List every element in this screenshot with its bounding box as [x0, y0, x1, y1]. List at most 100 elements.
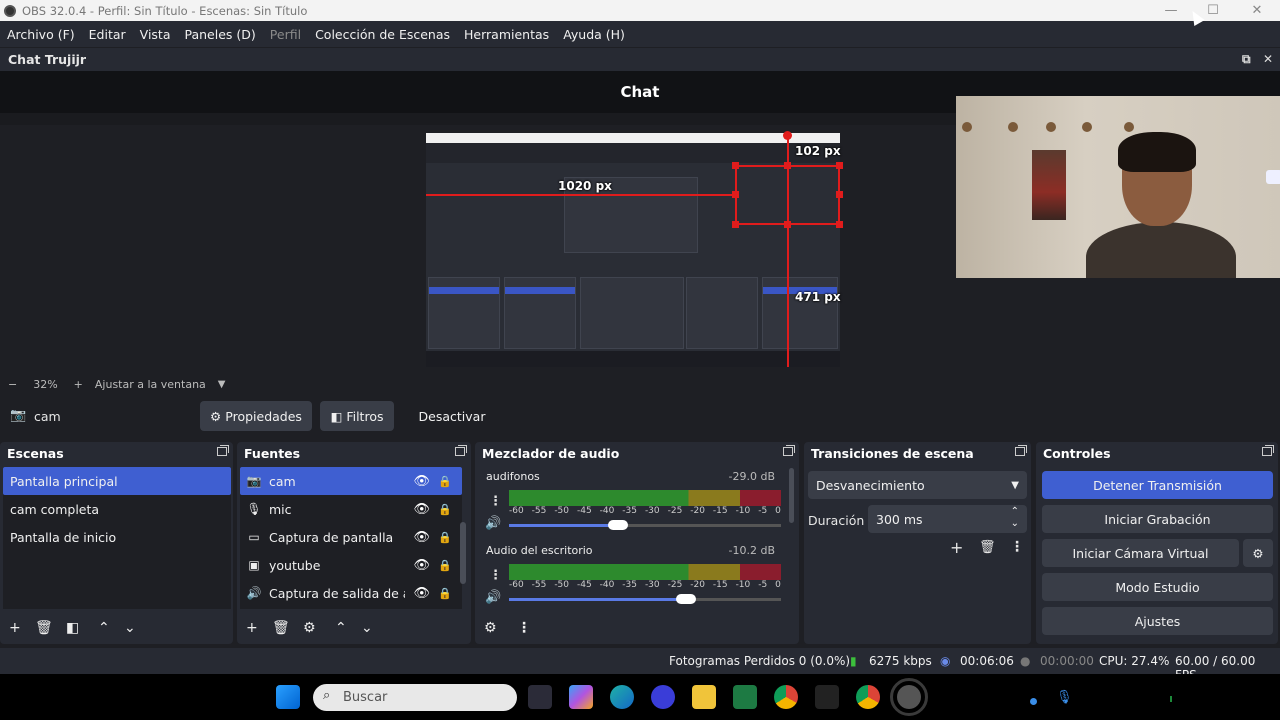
windows-start-icon[interactable] [276, 685, 300, 709]
resize-handle[interactable] [836, 221, 843, 228]
float-dock-icon[interactable] [455, 445, 467, 456]
menu-docks[interactable]: Paneles (D) [178, 27, 263, 42]
menu-scene-collection[interactable]: Colección de Escenas [308, 27, 457, 42]
move-up-icon[interactable]: ⌃ [335, 620, 347, 636]
gear-icon[interactable]: ⚙ [303, 620, 316, 636]
trash-icon[interactable]: 🗑 [35, 620, 53, 636]
microphone-tray-icon[interactable]: 🎙 [1056, 690, 1073, 705]
resize-handle[interactable] [836, 162, 843, 169]
more-icon[interactable]: ⋮ [517, 620, 531, 636]
minimize-button[interactable]: — [1150, 0, 1192, 21]
rotation-handle[interactable] [783, 131, 792, 140]
float-dock-icon[interactable]: ⧉ [1242, 52, 1251, 67]
app-icon[interactable] [815, 685, 839, 709]
add-icon[interactable]: + [950, 538, 963, 557]
scrollbar[interactable] [789, 468, 794, 523]
menu-profile[interactable]: Perfil [263, 27, 308, 42]
isp-app-icon[interactable] [651, 685, 675, 709]
resize-handle[interactable] [784, 162, 791, 169]
move-down-icon[interactable]: ⌄ [361, 620, 373, 636]
source-item[interactable]: ▭ Captura de pantalla 👁 🔒 [240, 523, 462, 551]
float-dock-icon[interactable] [217, 445, 229, 456]
speaker-icon[interactable]: 🔊 [485, 590, 501, 605]
source-item[interactable]: ▣ youtube 👁 🔒 [240, 551, 462, 579]
scrollbar[interactable] [460, 522, 466, 584]
scene-item[interactable]: Pantalla principal [3, 467, 231, 495]
chrome-profile-icon[interactable] [856, 685, 880, 709]
resize-handle[interactable] [784, 221, 791, 228]
close-dock-icon[interactable]: ✕ [1263, 52, 1273, 66]
volume-slider[interactable] [509, 520, 781, 530]
more-icon[interactable]: ⋮ [489, 494, 502, 509]
eye-icon[interactable]: 👁 [413, 502, 430, 517]
chrome-icon[interactable] [774, 685, 798, 709]
resize-handle[interactable] [732, 191, 739, 198]
selection-bounding-box[interactable] [735, 165, 840, 225]
obs-taskbar-icon[interactable] [890, 678, 928, 716]
resize-handle[interactable] [732, 221, 739, 228]
eye-icon[interactable]: 👁 [413, 474, 430, 489]
eye-icon[interactable]: 👁 [413, 586, 430, 601]
advanced-audio-gear-icon[interactable]: ⚙ [484, 620, 497, 636]
zoom-dropdown-icon[interactable]: ▼ [218, 379, 226, 390]
taskbar-search[interactable]: ⌕ Buscar [313, 684, 517, 711]
chevron-up-icon[interactable]: ⌃ [1011, 506, 1019, 517]
lock-icon[interactable]: 🔒 [438, 587, 452, 600]
fit-to-window-label[interactable]: Ajustar a la ventana [95, 378, 206, 391]
menu-file[interactable]: Archivo (F) [0, 27, 82, 42]
menu-edit[interactable]: Editar [82, 27, 133, 42]
volume-slider[interactable] [509, 594, 781, 604]
move-down-icon[interactable]: ⌄ [124, 620, 136, 636]
lock-icon[interactable]: 🔒 [438, 475, 452, 488]
close-button[interactable]: ✕ [1236, 0, 1278, 21]
chevron-down-icon[interactable]: ⌄ [1011, 518, 1019, 529]
resize-handle[interactable] [732, 162, 739, 169]
trash-icon[interactable]: 🗑 [272, 620, 290, 636]
duration-spinbox[interactable]: 300 ms ⌃ ⌄ [868, 505, 1027, 533]
filter-icon[interactable]: ◧ [66, 620, 79, 636]
add-icon[interactable]: + [9, 620, 21, 636]
lock-icon[interactable]: 🔒 [438, 531, 452, 544]
volume-knob[interactable] [675, 594, 696, 604]
more-icon[interactable]: ⋮ [1010, 539, 1024, 555]
source-item[interactable]: 🎙 mic 👁 🔒 [240, 495, 462, 523]
file-explorer-icon[interactable] [692, 685, 716, 709]
volume-knob[interactable] [607, 520, 628, 530]
eye-icon[interactable]: 👁 [413, 530, 430, 545]
start-recording-button[interactable]: Iniciar Grabación [1042, 505, 1273, 533]
speaker-icon[interactable]: 🔊 [485, 516, 501, 531]
edge-icon[interactable] [610, 685, 634, 709]
scene-item[interactable]: cam completa [3, 495, 231, 523]
lock-icon[interactable]: 🔒 [438, 559, 452, 572]
tray-dot-icon[interactable] [1030, 698, 1037, 705]
menu-help[interactable]: Ayuda (H) [556, 27, 632, 42]
move-up-icon[interactable]: ⌃ [98, 620, 110, 636]
deactivate-button[interactable]: Desactivar [410, 401, 494, 431]
stop-stream-button[interactable]: Detener Transmisión [1042, 471, 1273, 499]
virtual-camera-button[interactable]: Iniciar Cámara Virtual [1042, 539, 1239, 567]
excel-icon[interactable] [733, 685, 757, 709]
copilot-chip-icon[interactable] [528, 685, 552, 709]
float-dock-icon[interactable] [1015, 445, 1027, 456]
virtual-camera-settings-button[interactable]: ⚙ [1243, 539, 1273, 567]
source-item[interactable]: 🔊 Captura de salida de audio 👁 🔒 [240, 579, 462, 607]
menu-tools[interactable]: Herramientas [457, 27, 556, 42]
eye-icon[interactable]: 👁 [413, 558, 430, 573]
properties-button[interactable]: ⚙ Propiedades [200, 401, 312, 431]
copilot-icon[interactable] [569, 685, 593, 709]
trash-icon[interactable]: 🗑 [979, 540, 996, 555]
float-dock-icon[interactable] [1262, 445, 1274, 456]
more-icon[interactable]: ⋮ [489, 568, 502, 583]
settings-button[interactable]: Ajustes [1042, 607, 1273, 635]
float-dock-icon[interactable] [783, 445, 795, 456]
menu-view[interactable]: Vista [133, 27, 178, 42]
filters-button[interactable]: ◧ Filtros [320, 401, 394, 431]
transition-select[interactable]: Desvanecimiento ▼ [808, 471, 1027, 499]
studio-mode-button[interactable]: Modo Estudio [1042, 573, 1273, 601]
source-item[interactable]: 📷 cam 👁 🔒 [240, 467, 462, 495]
lock-icon[interactable]: 🔒 [438, 503, 452, 516]
resize-handle[interactable] [836, 191, 843, 198]
scene-item[interactable]: Pantalla de inicio [3, 523, 231, 551]
zoom-in-button[interactable]: + [74, 378, 83, 391]
zoom-out-button[interactable]: − [8, 378, 17, 391]
